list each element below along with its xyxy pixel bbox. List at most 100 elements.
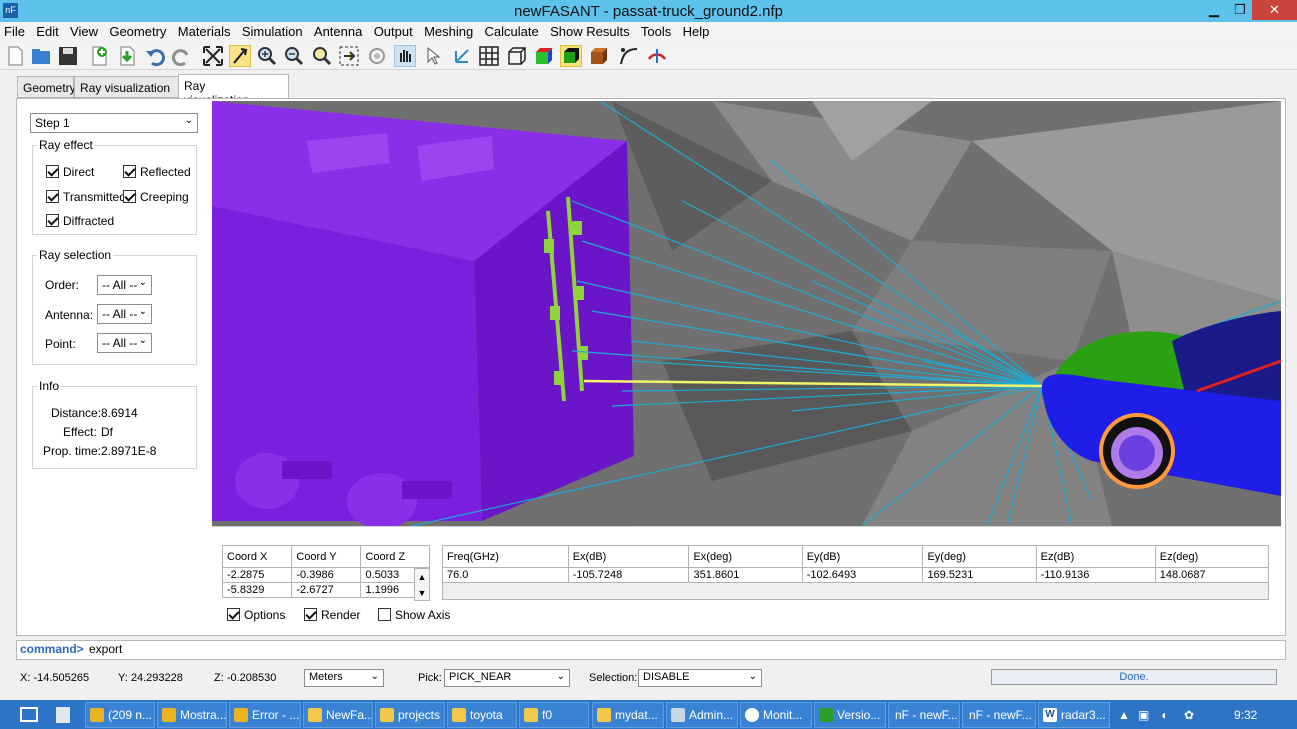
taskbar-item[interactable]: Wradar3... [1038, 702, 1110, 728]
menu-simulation[interactable]: Simulation [238, 22, 307, 39]
zoom-in-icon[interactable] [256, 45, 278, 67]
antenna-icon[interactable] [646, 45, 668, 67]
checkbox-checked-icon [227, 608, 240, 621]
wireframe-box-icon[interactable] [506, 45, 528, 67]
options-checkbox[interactable]: Options [227, 608, 285, 622]
units-select[interactable]: Meters ⌄ [304, 669, 384, 687]
diffracted-checkbox[interactable]: Diffracted [46, 214, 114, 228]
table-cell: -2.2875 [221, 567, 293, 583]
textured-box-icon[interactable] [588, 45, 610, 67]
chevron-down-icon: ⌄ [556, 671, 565, 682]
checkbox-unchecked-icon [378, 608, 391, 621]
taskbar-item[interactable]: projects [375, 702, 445, 728]
show-axis-checkbox[interactable]: Show Axis [378, 608, 450, 622]
taskbar-item-label: Error - ... [252, 708, 300, 722]
redo-icon[interactable] [171, 45, 193, 67]
taskbar-item[interactable]: f0 [519, 702, 589, 728]
menu-geometry[interactable]: Geometry [105, 22, 170, 39]
new-file-icon[interactable] [4, 45, 26, 67]
zoom-selection-icon[interactable] [338, 45, 360, 67]
explorer-button[interactable] [52, 702, 80, 728]
table-row[interactable]: -5.8329 -2.6727 1.1996 [221, 582, 430, 598]
taskbar-item[interactable]: Admin... [666, 702, 738, 728]
sync-icon[interactable]: ✿ [1184, 708, 1194, 722]
taskbar-item-label: f0 [542, 708, 553, 722]
command-line[interactable]: command> export [16, 640, 1286, 660]
creeping-checkbox[interactable]: Creeping [123, 190, 189, 204]
taskbar-item[interactable]: toyota [447, 702, 517, 728]
menu-antenna[interactable]: Antenna [310, 22, 366, 39]
selection-select[interactable]: DISABLE ⌄ [638, 669, 762, 687]
taskbar-item[interactable]: nF - newF... [962, 702, 1036, 728]
fit-view-icon[interactable] [202, 45, 224, 67]
table-row[interactable]: -2.2875 -0.3986 0.5033 [221, 567, 430, 583]
menu-materials[interactable]: Materials [174, 22, 235, 39]
tab-ray-visualization-1[interactable]: Ray visualization× [74, 76, 193, 98]
rotate-icon[interactable] [366, 45, 388, 67]
menu-view[interactable]: View [66, 22, 102, 39]
tab-bar: Geometry Ray visualization× Ray visualiz… [16, 74, 1286, 107]
minimize-button[interactable]: ▁ [1200, 0, 1228, 20]
antenna-select[interactable]: -- All -- ⌄ [97, 304, 152, 324]
checkbox-checked-icon [123, 190, 136, 203]
prop-time-label: Prop. time: [43, 444, 102, 458]
3d-viewport[interactable] [212, 101, 1281, 526]
reflected-checkbox[interactable]: Reflected [123, 165, 191, 179]
order-select[interactable]: -- All -- ⌄ [97, 275, 152, 295]
taskbar-item[interactable]: Mostra... [157, 702, 227, 728]
clock[interactable]: 9:32 [1234, 708, 1257, 722]
close-button[interactable]: ✕ [1252, 0, 1297, 20]
taskbar-item[interactable]: NewFa... [303, 702, 373, 728]
direct-checkbox[interactable]: Direct [46, 165, 94, 179]
pan-hand-icon[interactable] [394, 45, 416, 67]
transmitted-checkbox[interactable]: Transmitted [46, 190, 126, 204]
tab-geometry[interactable]: Geometry [17, 76, 76, 98]
table-row[interactable]: 76.0 -105.7248 351.8601 -102.6493 169.52… [442, 567, 1270, 583]
network-icon[interactable]: ▣ [1138, 708, 1149, 722]
tab-ray-visualization-2[interactable]: Ray visualization× [178, 74, 289, 107]
menu-show-results[interactable]: Show Results [546, 22, 633, 39]
menu-meshing[interactable]: Meshing [420, 22, 477, 39]
checkbox-checked-icon [123, 165, 136, 178]
grid-icon[interactable] [478, 45, 500, 67]
menu-edit[interactable]: Edit [32, 22, 62, 39]
save-icon[interactable] [57, 45, 79, 67]
axis-icon[interactable] [451, 45, 473, 67]
start-button[interactable] [18, 702, 46, 728]
menu-output[interactable]: Output [370, 22, 417, 39]
menu-calculate[interactable]: Calculate [481, 22, 543, 39]
add-icon[interactable] [88, 45, 110, 67]
pointer-icon[interactable] [422, 45, 444, 67]
taskbar-item-label: nF - newF... [969, 708, 1032, 722]
solid-box-icon[interactable] [533, 45, 555, 67]
menu-bar: File Edit View Geometry Materials Simula… [0, 22, 1297, 41]
volume-icon[interactable]: ◖ [1160, 708, 1167, 722]
import-icon[interactable] [116, 45, 138, 67]
point-select-value: -- All -- [102, 336, 138, 350]
taskbar-item[interactable]: Monit... [740, 702, 812, 728]
select-arrow-icon[interactable] [229, 45, 251, 67]
zoom-out-icon[interactable] [283, 45, 305, 67]
undo-icon[interactable] [144, 45, 166, 67]
coords-scrollbar[interactable]: ▲ ▼ [414, 568, 430, 601]
splitter-handle[interactable] [212, 526, 1281, 533]
menu-file[interactable]: File [0, 22, 29, 39]
point-select[interactable]: -- All -- ⌄ [97, 333, 152, 353]
taskbar-item[interactable]: nF - newF... [888, 702, 960, 728]
ray-icon[interactable] [618, 45, 640, 67]
menu-tools[interactable]: Tools [637, 22, 675, 39]
tray-expand-icon[interactable]: ▲ [1118, 708, 1130, 722]
menu-help[interactable]: Help [679, 22, 714, 39]
render-checkbox[interactable]: Render [304, 608, 360, 622]
maximize-button[interactable]: ❐ [1226, 0, 1254, 20]
shaded-box-icon[interactable] [560, 45, 582, 67]
step-select[interactable]: Step 1 ⌄ [30, 113, 198, 133]
pick-select[interactable]: PICK_NEAR ⌄ [444, 669, 570, 687]
taskbar-item[interactable]: mydat... [592, 702, 664, 728]
taskbar-item[interactable]: Error - ... [229, 702, 301, 728]
open-folder-icon[interactable] [30, 45, 52, 67]
taskbar-item[interactable]: Versio... [814, 702, 886, 728]
zoom-box-icon[interactable] [311, 45, 333, 67]
status-y-coord: Y: 24.293228 [118, 672, 183, 684]
taskbar-item[interactable]: (209 n... [85, 702, 155, 728]
